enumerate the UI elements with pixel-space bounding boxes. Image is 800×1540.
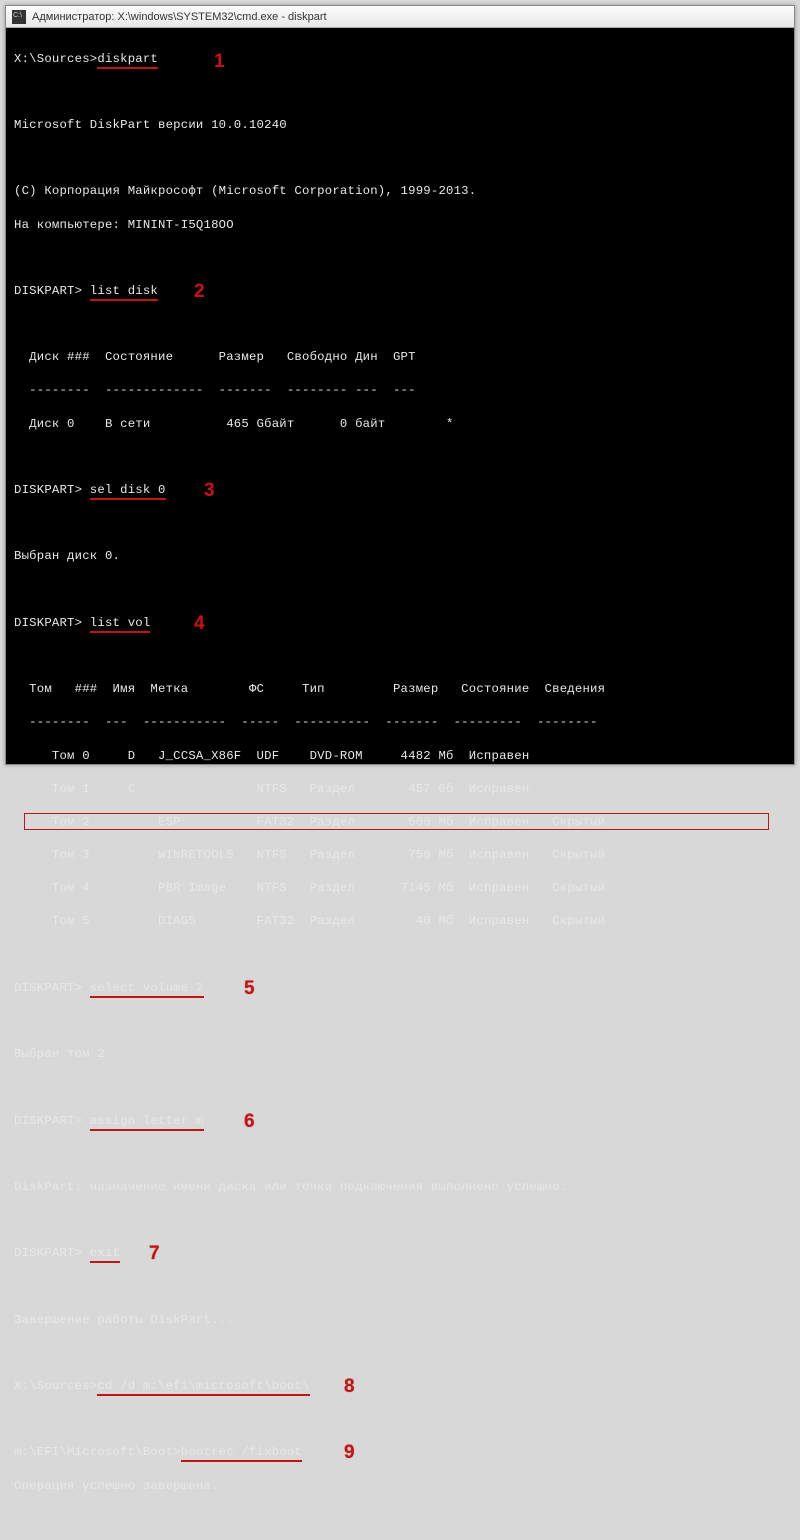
table-divider: -------- --- ----------- ----- ---------… [14,714,786,731]
line: DISKPART> select volume 25 [14,980,786,997]
prompt: X:\Sources> [14,52,97,66]
cmd-diskpart: diskpart [97,52,158,69]
window-title: Администратор: X:\windows\SYSTEM32\cmd.e… [32,11,327,23]
cmd-select-volume: select volume 2 [90,981,204,998]
prompt: DISKPART> [14,483,90,497]
line: DISKPART> exit7 [14,1245,786,1262]
line: DiskPart: назначение имени диска или точ… [14,1179,786,1196]
line: X:\Sources>cd /d m:\efi\microsoft\boot\8 [14,1378,786,1395]
cmd-bootrec: bootrec /fixboot [181,1445,302,1462]
line: m:\EFI\Microsoft\Boot>bootrec /fixboot9 [14,1444,786,1461]
prompt: DISKPART> [14,284,90,298]
table-row: Том 1 C NTFS Раздел 457 Gб Исправен [14,781,786,798]
line: Выбран том 2. [14,1046,786,1063]
cmd-window: Администратор: X:\windows\SYSTEM32\cmd.e… [5,5,795,765]
blank [14,449,786,466]
table-header: Том ### Имя Метка ФС Тип Размер Состояни… [14,681,786,698]
terminal-output[interactable]: X:\Sources>diskpart1 Microsoft DiskPart … [6,28,794,1540]
blank [14,1411,786,1428]
blank [14,1511,786,1528]
blank [14,1212,786,1229]
blank [14,1079,786,1096]
blank [14,150,786,167]
table-row: Том 5 DIAGS FAT32 Раздел 40 Mб Исправен … [14,913,786,930]
prompt: DISKPART> [14,616,90,630]
table-row: Том 4 PBR Image NTFS Раздел 7145 Mб Испр… [14,880,786,897]
annotation-8: 8 [344,1374,355,1400]
annotation-2: 2 [194,279,205,305]
blank [14,1279,786,1296]
cmd-icon [12,10,26,24]
line: DISKPART> assign letter m6 [14,1113,786,1130]
blank [14,582,786,599]
annotation-3: 3 [204,478,215,504]
blank [14,1146,786,1163]
cmd-list-vol: list vol [90,616,151,633]
prompt: m:\EFI\Microsoft\Boot> [14,1445,181,1459]
line: DISKPART> list vol4 [14,615,786,632]
prompt: DISKPART> [14,1114,90,1128]
annotation-5: 5 [244,976,255,1002]
titlebar[interactable]: Администратор: X:\windows\SYSTEM32\cmd.e… [6,6,794,28]
annotation-4: 4 [194,611,205,637]
line: (C) Корпорация Майкрософт (Microsoft Cor… [14,183,786,200]
cmd-cd: cd /d m:\efi\microsoft\boot\ [97,1379,309,1396]
prompt: DISKPART> [14,1246,90,1260]
line: DISKPART> list disk2 [14,283,786,300]
table-row: Том 3 WINRETOOLS NTFS Раздел 750 Mб Испр… [14,847,786,864]
annotation-1: 1 [214,49,225,75]
line: DISKPART> sel disk 03 [14,482,786,499]
line: На компьютере: MININT-I5Q18OO [14,217,786,234]
blank [14,1345,786,1362]
blank [14,947,786,964]
line: X:\Sources>diskpart1 [14,51,786,68]
prompt: X:\Sources> [14,1379,97,1393]
line: Выбран диск 0. [14,548,786,565]
table-divider: -------- ------------- ------- -------- … [14,382,786,399]
line: Завершение работы DiskPart... [14,1312,786,1329]
table-row: Том 0 D J_CCSA_X86F UDF DVD-ROM 4482 Mб … [14,748,786,765]
table-header: Диск ### Состояние Размер Свободно Дин G… [14,349,786,366]
blank [14,648,786,665]
cmd-sel-disk: sel disk 0 [90,483,166,500]
annotation-6: 6 [244,1109,255,1135]
blank [14,250,786,267]
cmd-assign-letter: assign letter m [90,1114,204,1131]
cmd-exit: exit [90,1246,120,1263]
blank [14,84,786,101]
annotation-9: 9 [344,1440,355,1466]
blank [14,316,786,333]
line: Операция успешно завершена. [14,1478,786,1495]
blank [14,515,786,532]
cmd-list-disk: list disk [90,284,158,301]
line: Microsoft DiskPart версии 10.0.10240 [14,117,786,134]
annotation-7: 7 [149,1241,160,1267]
blank [14,1013,786,1030]
row-text: Том 2 ESP FAT32 Раздел 500 Mб Исправен С… [14,815,605,829]
table-row-highlighted: Том 2 ESP FAT32 Раздел 500 Mб Исправен С… [14,814,786,831]
prompt: DISKPART> [14,981,90,995]
table-row: Диск 0 В сети 465 Gбайт 0 байт * [14,416,786,433]
